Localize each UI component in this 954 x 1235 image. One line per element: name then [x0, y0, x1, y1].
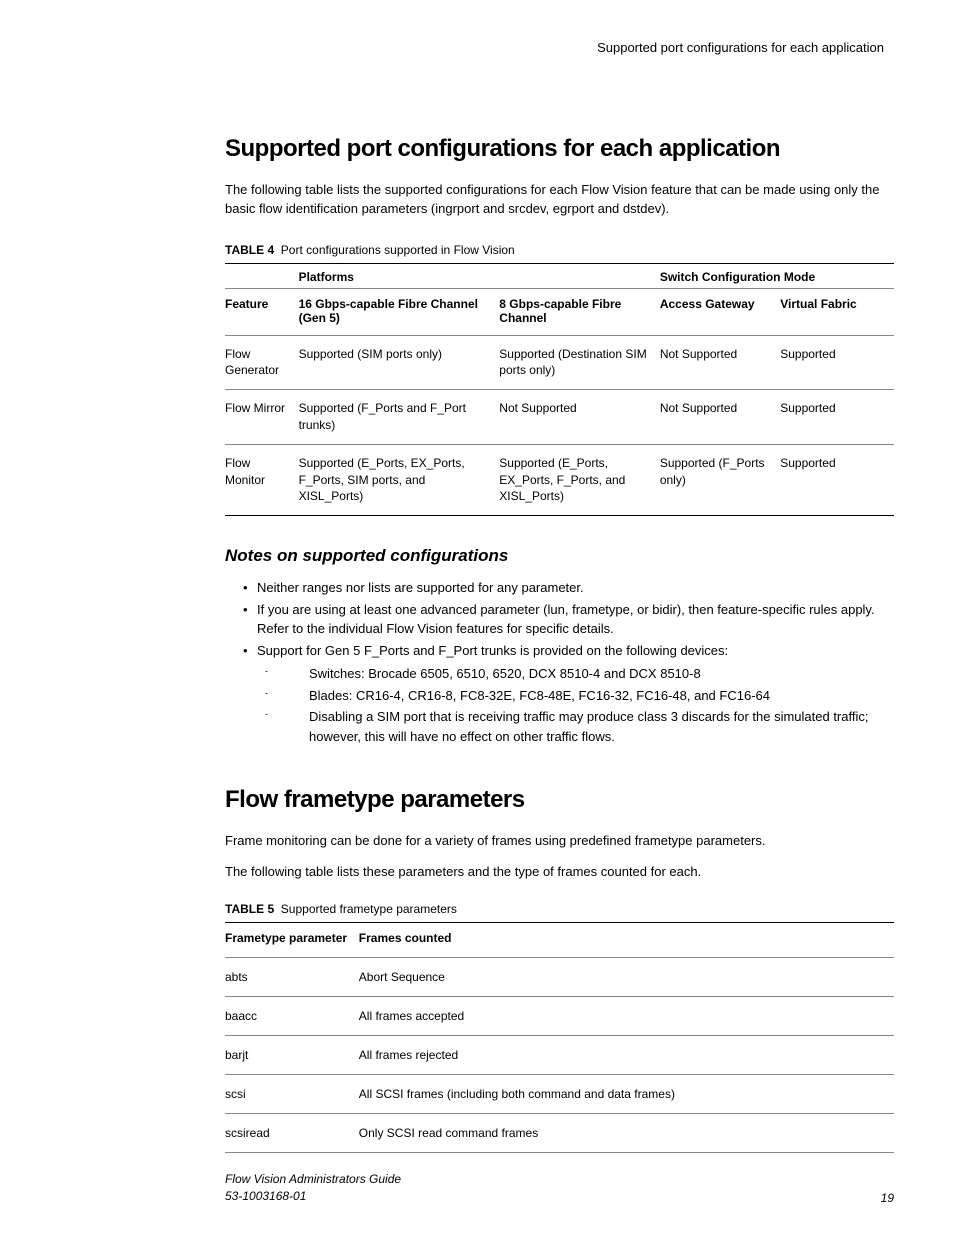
table4-label: TABLE 4 Port configurations supported in…	[225, 243, 894, 257]
section2-para1: Frame monitoring can be done for a varie…	[225, 832, 894, 851]
cell: scsi	[225, 1074, 359, 1113]
table4-gh-platforms: Platforms	[299, 263, 660, 288]
table-row: scsi All SCSI frames (including both com…	[225, 1074, 894, 1113]
cell: Not Supported	[499, 390, 660, 445]
cell: All frames accepted	[359, 996, 894, 1035]
table4-h-ag: Access Gateway	[660, 288, 780, 335]
cell: abts	[225, 957, 359, 996]
section1-intro: The following table lists the supported …	[225, 181, 894, 219]
running-header: Supported port configurations for each a…	[225, 40, 894, 55]
table4-h-16g: 16 Gbps-capable Fibre Channel (Gen 5)	[299, 288, 500, 335]
cell: Abort Sequence	[359, 957, 894, 996]
cell: Supported (E_Ports, EX_Ports, F_Ports, S…	[299, 444, 500, 515]
list-item: Neither ranges nor lists are supported f…	[243, 578, 894, 598]
table4-gh-switchmode: Switch Configuration Mode	[660, 263, 894, 288]
list-item: If you are using at least one advanced p…	[243, 600, 894, 639]
cell: baacc	[225, 996, 359, 1035]
cell: Supported	[780, 390, 894, 445]
table5-h-param: Frametype parameter	[225, 922, 359, 957]
table-row: abts Abort Sequence	[225, 957, 894, 996]
cell: scsiread	[225, 1113, 359, 1152]
cell: Not Supported	[660, 390, 780, 445]
footer-guide: Flow Vision Administrators Guide	[225, 1171, 401, 1188]
table4-empty-header	[225, 263, 299, 288]
notes-list: Neither ranges nor lists are supported f…	[225, 578, 894, 660]
section2-title: Flow frametype parameters	[225, 786, 894, 814]
cell: All frames rejected	[359, 1035, 894, 1074]
table4-h-vf: Virtual Fabric	[780, 288, 894, 335]
cell: Supported (F_Ports and F_Port trunks)	[299, 390, 500, 445]
list-item: Support for Gen 5 F_Ports and F_Port tru…	[243, 641, 894, 661]
table5: Frametype parameter Frames counted abts …	[225, 922, 894, 1153]
cell: Not Supported	[660, 335, 780, 390]
sub-notes-list: Switches: Brocade 6505, 6510, 6520, DCX …	[225, 664, 894, 746]
cell: Supported (Destination SIM ports only)	[499, 335, 660, 390]
cell: Supported	[780, 335, 894, 390]
table5-label-text: Supported frametype parameters	[281, 902, 457, 916]
notes-title: Notes on supported configurations	[225, 546, 894, 566]
cell: Supported	[780, 444, 894, 515]
table-row: Flow Monitor Supported (E_Ports, EX_Port…	[225, 444, 894, 515]
cell: Supported (SIM ports only)	[299, 335, 500, 390]
cell: Only SCSI read command frames	[359, 1113, 894, 1152]
table-row: barjt All frames rejected	[225, 1035, 894, 1074]
table4-label-text: Port configurations supported in Flow Vi…	[281, 243, 515, 257]
list-item: Disabling a SIM port that is receiving t…	[265, 707, 894, 746]
table-row: baacc All frames accepted	[225, 996, 894, 1035]
section2-para2: The following table lists these paramete…	[225, 863, 894, 882]
cell: Flow Monitor	[225, 444, 299, 515]
list-item: Blades: CR16-4, CR16-8, FC8-32E, FC8-48E…	[265, 686, 894, 706]
table4-h-8g: 8 Gbps-capable Fibre Channel	[499, 288, 660, 335]
table4: Platforms Switch Configuration Mode Feat…	[225, 263, 894, 517]
table4-h-feature: Feature	[225, 288, 299, 335]
cell: barjt	[225, 1035, 359, 1074]
cell: Flow Mirror	[225, 390, 299, 445]
footer-left: Flow Vision Administrators Guide 53-1003…	[225, 1171, 401, 1205]
table5-label: TABLE 5 Supported frametype parameters	[225, 902, 894, 916]
page-footer: Flow Vision Administrators Guide 53-1003…	[225, 1171, 894, 1205]
section1-title: Supported port configurations for each a…	[225, 135, 894, 163]
table4-label-strong: TABLE 4	[225, 243, 274, 257]
table5-label-strong: TABLE 5	[225, 902, 274, 916]
footer-page: 19	[881, 1191, 894, 1205]
cell: Flow Generator	[225, 335, 299, 390]
cell: Supported (E_Ports, EX_Ports, F_Ports, a…	[499, 444, 660, 515]
table5-h-frames: Frames counted	[359, 922, 894, 957]
table-row: Flow Generator Supported (SIM ports only…	[225, 335, 894, 390]
cell: All SCSI frames (including both command …	[359, 1074, 894, 1113]
footer-docnum: 53-1003168-01	[225, 1188, 401, 1205]
cell: Supported (F_Ports only)	[660, 444, 780, 515]
table-row: Flow Mirror Supported (F_Ports and F_Por…	[225, 390, 894, 445]
table-row: scsiread Only SCSI read command frames	[225, 1113, 894, 1152]
list-item: Switches: Brocade 6505, 6510, 6520, DCX …	[265, 664, 894, 684]
